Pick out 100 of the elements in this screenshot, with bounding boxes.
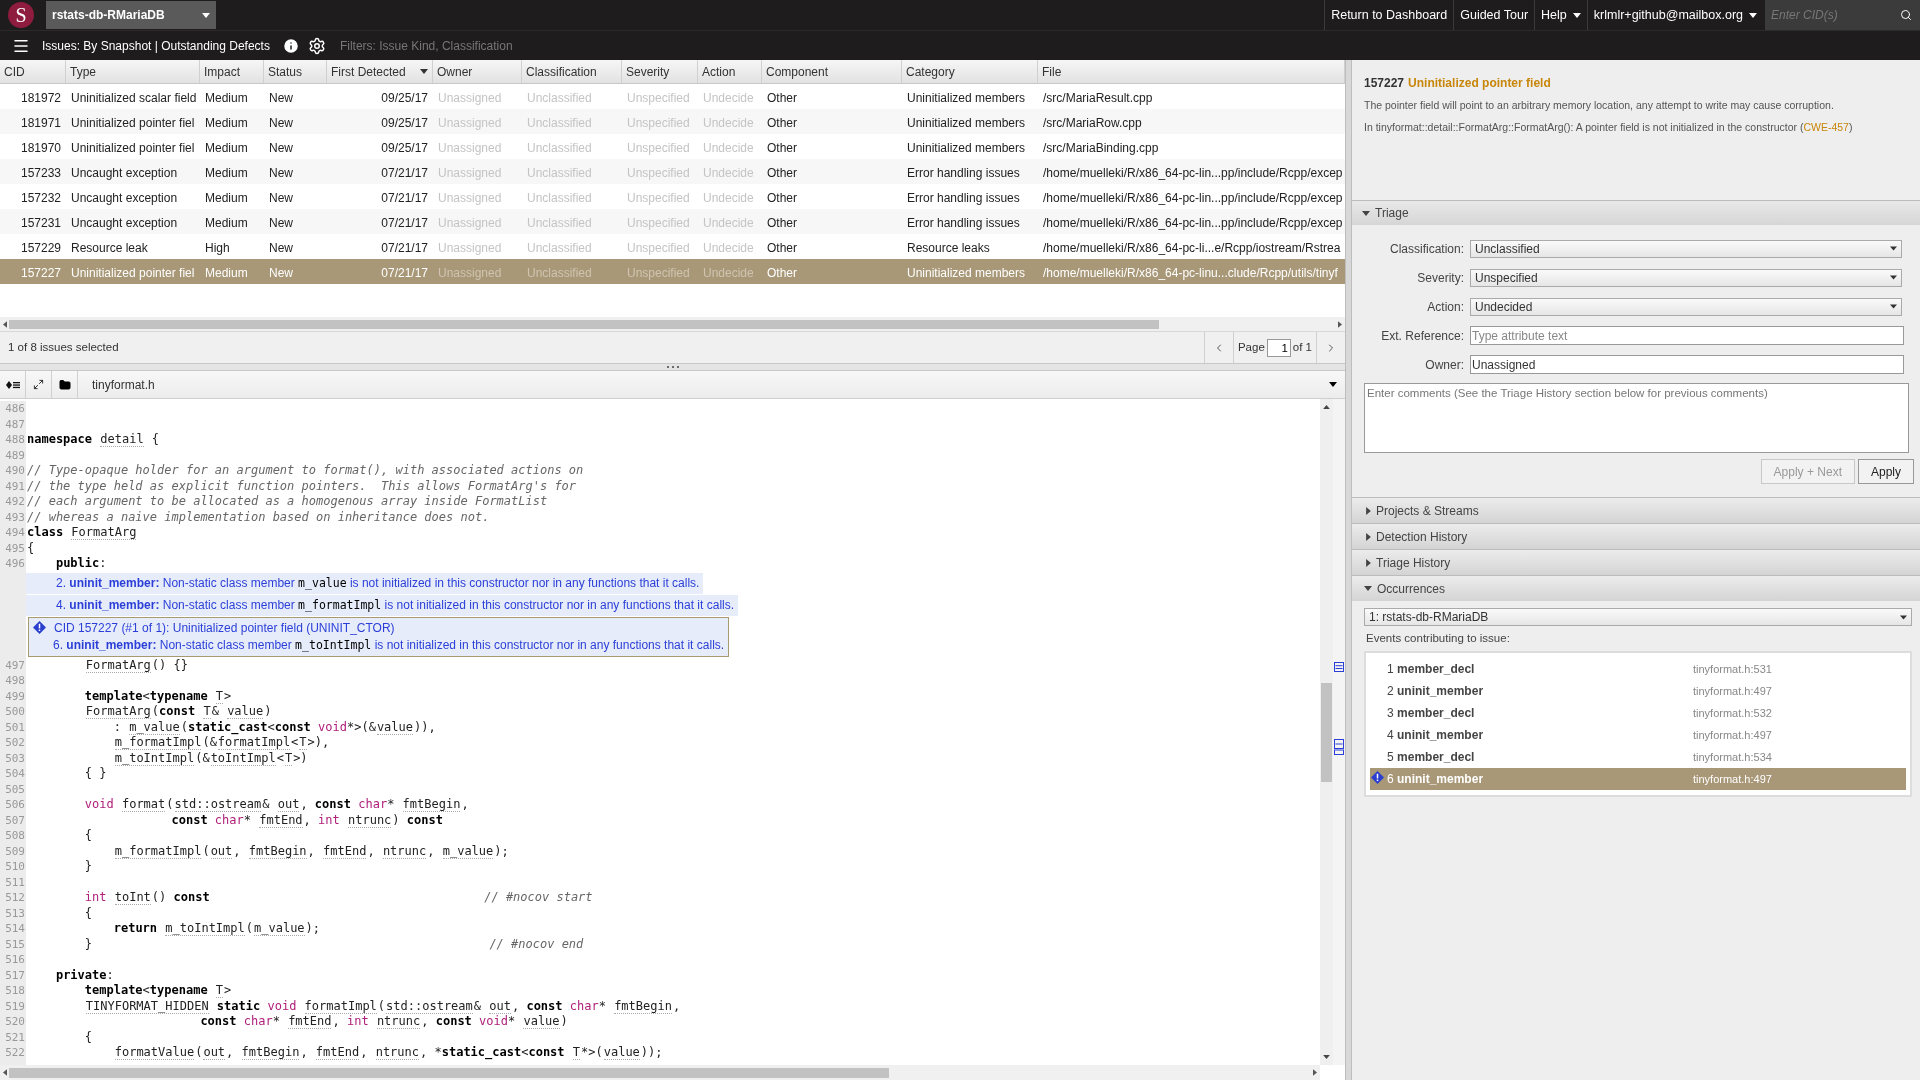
- settings-icon[interactable]: [307, 36, 326, 55]
- scrollbar-thumb[interactable]: [9, 1067, 889, 1078]
- column-header[interactable]: Category: [902, 60, 1038, 83]
- column-header[interactable]: CID: [0, 60, 66, 83]
- table-cell: Undecide: [703, 190, 754, 205]
- select-field[interactable]: Unspecified: [1470, 268, 1902, 287]
- table-cell: Unclassified: [527, 140, 592, 155]
- section-header[interactable]: Triage: [1352, 200, 1920, 225]
- code-line: class FormatArg: [26, 525, 138, 541]
- annotation-marker-icon[interactable]: [1334, 662, 1344, 672]
- table-cell: Other: [767, 140, 797, 155]
- code-line: m_formatImpl(out, fmtBegin, fmtEnd, ntrunc, m_value);: [113, 843, 509, 859]
- column-header[interactable]: Status: [264, 60, 327, 83]
- column-header[interactable]: Impact: [200, 60, 264, 83]
- select-field[interactable]: Unclassified: [1470, 239, 1902, 258]
- select-field[interactable]: Undecided: [1470, 297, 1902, 316]
- table-cell: /home/muelleki/R/x86_64-pc-lin...pp/include/Rcpp/excep: [1043, 165, 1343, 180]
- field-label: Ext. Reference:: [1380, 327, 1465, 345]
- table-cell: New: [269, 265, 293, 280]
- annotation-marker-icon[interactable]: [1334, 739, 1344, 755]
- page-field[interactable]: 1: [1266, 338, 1291, 357]
- diamond-icon: [33, 621, 46, 634]
- column-header[interactable]: Severity: [622, 60, 698, 83]
- line-number: 516: [0, 952, 26, 968]
- table-cell: 157233: [20, 165, 61, 180]
- table-cell: 09/25/17: [381, 90, 428, 105]
- scroll-left-icon: [3, 1069, 7, 1076]
- event-row[interactable]: 5 member_decl tinyformat.h:534: [1370, 746, 1906, 769]
- section-header[interactable]: Occurrences: [1352, 575, 1920, 601]
- table-cell: Unclassified: [527, 265, 592, 280]
- table-cell: 07/21/17: [381, 240, 428, 255]
- comments-field[interactable]: Enter comments (See the Triage History section below for previous comments): [1364, 383, 1909, 453]
- code-line: int toInt() const // #nocov start: [83, 890, 593, 906]
- table-cell: Undecide: [703, 240, 754, 255]
- vertical-scrollbar[interactable]: [1320, 399, 1333, 1065]
- event-location: tinyformat.h:497: [1693, 728, 1772, 743]
- code-line: const char* fmtEnd, int ntrunc, const void* value): [199, 1014, 568, 1030]
- line-number: 510: [0, 859, 26, 875]
- table-cell: Unspecified: [627, 140, 690, 155]
- event-location: tinyformat.h:532: [1693, 706, 1772, 721]
- table-cell: Unclassified: [527, 190, 592, 205]
- event-row[interactable]: 2 uninit_member tinyformat.h:497: [1370, 680, 1906, 703]
- table-cell: Medium: [205, 265, 248, 280]
- table-cell: Unassigned: [438, 265, 502, 280]
- selection-status: 1 of 8 issues selected: [8, 339, 119, 355]
- code-line: public:: [54, 556, 107, 572]
- line-number: 504: [0, 766, 26, 782]
- logo[interactable]: S: [8, 2, 34, 28]
- scrollbar-thumb[interactable]: [1321, 683, 1332, 782]
- filters-label[interactable]: Filters: Issue Kind, Classification: [339, 36, 513, 55]
- expand-icon: [33, 379, 44, 390]
- horizontal-scrollbar[interactable]: [0, 1065, 1320, 1080]
- code-line: {: [83, 905, 93, 921]
- cid-search-field[interactable]: Enter CID(s): [1765, 0, 1900, 30]
- column-header[interactable]: First Detected: [327, 60, 433, 83]
- section-header[interactable]: Projects & Streams: [1352, 497, 1920, 523]
- search-icon[interactable]: [1900, 9, 1912, 21]
- table-cell: Other: [767, 190, 797, 205]
- horizontal-scrollbar[interactable]: [0, 317, 1345, 331]
- event-row[interactable]: 3 member_decl tinyformat.h:532: [1370, 702, 1906, 725]
- table-cell: Uninitialized members: [907, 115, 1026, 130]
- column-header[interactable]: Action: [698, 60, 762, 83]
- scrollbar-thumb[interactable]: [9, 319, 1159, 329]
- code-line: m_toIntImpl(&toIntImpl<T>): [113, 750, 308, 766]
- column-header[interactable]: Classification: [522, 60, 622, 83]
- project-dropdown[interactable]: rstats-db-RMariaDB: [46, 1, 216, 29]
- field-label: Severity:: [1416, 269, 1465, 287]
- code-line: namespace detail {: [26, 432, 160, 448]
- table-cell: Unassigned: [438, 240, 502, 255]
- table-cell: New: [269, 140, 293, 155]
- action-button[interactable]: Apply: [1857, 459, 1914, 484]
- file-tab[interactable]: tinyformat.h: [92, 375, 155, 394]
- table-cell: Resource leak: [71, 240, 148, 255]
- table-cell: New: [269, 215, 293, 230]
- table-cell: /src/MariaBinding.cpp: [1043, 140, 1159, 155]
- table-cell: Unspecified: [627, 265, 690, 280]
- text-field[interactable]: Unassigned: [1470, 355, 1904, 374]
- event-row[interactable]: 4 uninit_member tinyformat.h:497: [1370, 724, 1906, 747]
- splitter-handle[interactable]: [666, 366, 679, 368]
- table-cell: Unassigned: [438, 90, 502, 105]
- table-cell: 07/21/17: [381, 190, 428, 205]
- column-header[interactable]: Owner: [433, 60, 522, 83]
- line-number: 494: [0, 525, 26, 541]
- event-text: 4. uninit_member: Non-static class member m_formatImpl is not initialized in this constructor nor in any functions that it calls.: [56, 596, 735, 614]
- event-row[interactable]: 1 member_decl tinyformat.h:531: [1370, 658, 1906, 681]
- line-number: 514: [0, 921, 26, 937]
- code-line: // Type-opaque holder for an argument to format(), with associated actions on: [26, 463, 584, 479]
- column-header[interactable]: Component: [762, 60, 902, 83]
- events-label: Events contributing to issue:: [1366, 631, 1511, 646]
- column-header[interactable]: Type: [66, 60, 200, 83]
- line-number: 486: [0, 401, 26, 417]
- event-name: 6 uninit_member: [1387, 771, 1485, 789]
- section-header[interactable]: Triage History: [1352, 549, 1920, 575]
- section-header[interactable]: Detection History: [1352, 523, 1920, 549]
- table-cell: /home/muelleki/R/x86_64-pc-linu...clude/Rcpp/utils/tinyf: [1043, 265, 1338, 280]
- text-field[interactable]: Type attribute text: [1470, 326, 1904, 345]
- info-icon[interactable]: [281, 36, 300, 55]
- scroll-right-icon: [1338, 320, 1342, 328]
- stream-select[interactable]: 1: rstats-db-RMariaDB: [1364, 608, 1912, 626]
- table-cell: Undecide: [703, 140, 754, 155]
